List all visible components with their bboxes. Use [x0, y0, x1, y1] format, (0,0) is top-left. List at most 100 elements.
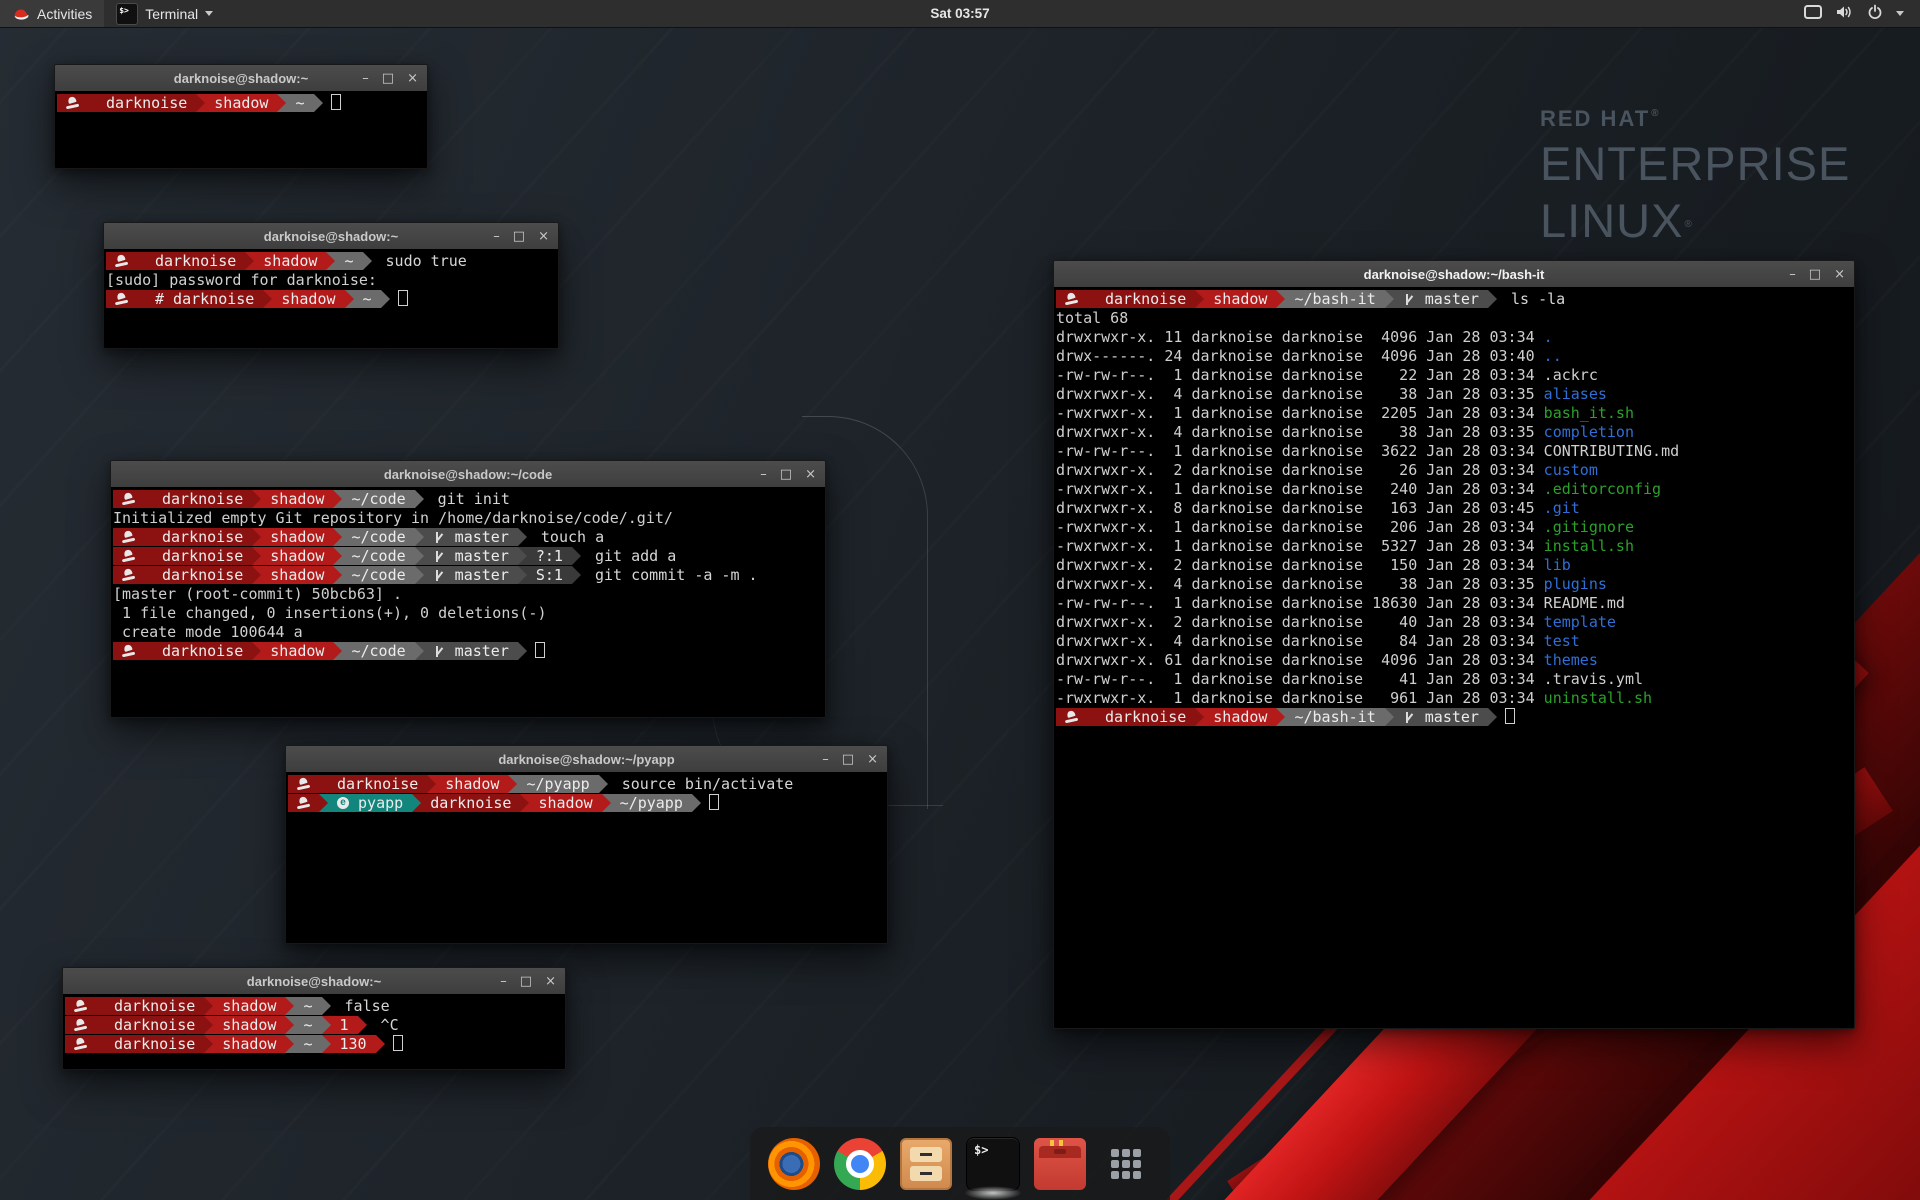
terminal-line: drwxrwxr-x. 2 darknoise darknoise 26 Jan… — [1056, 461, 1854, 480]
terminal-glyph: $> — [974, 1143, 988, 1157]
prompt-separator — [137, 252, 146, 270]
activities-label: Activities — [37, 6, 92, 22]
terminal-line: drwxrwxr-x. 4 darknoise darknoise 84 Jan… — [1056, 632, 1854, 651]
window-titlebar[interactable]: darknoise@shadow:~ – □ × — [55, 65, 427, 92]
output-text: create mode 100644 a — [113, 623, 303, 641]
system-status-area[interactable] — [1798, 0, 1910, 27]
maximize-button[interactable]: □ — [513, 230, 525, 243]
prompt-separator — [252, 566, 261, 584]
close-button[interactable]: × — [1834, 268, 1845, 281]
output-text: .ackrc — [1544, 366, 1598, 384]
prompt-separator — [572, 566, 581, 584]
prompt-separator — [518, 642, 527, 660]
window-titlebar[interactable]: darknoise@shadow:~ – □ × — [104, 223, 558, 250]
red-hat-logo-icon — [12, 7, 30, 21]
toolbox-lid — [1039, 1146, 1081, 1158]
chrome-icon[interactable] — [834, 1138, 886, 1190]
prompt-separator — [322, 1035, 331, 1053]
prompt-separator — [602, 794, 611, 812]
prompt-separator — [333, 528, 342, 546]
command-text: git commit -a -m . — [581, 566, 758, 584]
window-titlebar[interactable]: darknoise@shadow:~/bash-it – □ × — [1054, 261, 1854, 288]
prompt-segment: # darknoise — [146, 290, 263, 308]
terminal-line: -rw-rw-r--. 1 darknoise darknoise 41 Jan… — [1056, 670, 1854, 689]
command-text: source bin/activate — [608, 775, 794, 793]
command-text: git add a — [581, 547, 676, 565]
minimize-button[interactable]: – — [822, 753, 829, 766]
prompt-separator — [285, 1035, 294, 1053]
app-grid-icon[interactable] — [1100, 1138, 1152, 1190]
prompt-separator — [572, 547, 581, 565]
minimize-button[interactable]: – — [500, 975, 507, 988]
terminal-line: darknoiseshadow~/code masterS:1 git comm… — [113, 566, 825, 585]
window-titlebar[interactable]: darknoise@shadow:~ – □ × — [63, 968, 565, 995]
red-hat-icon — [122, 531, 135, 541]
prompt-segment: master — [424, 528, 518, 546]
activities-button[interactable]: Activities — [0, 0, 104, 27]
maximize-button[interactable]: □ — [520, 975, 532, 988]
maximize-button[interactable]: □ — [842, 753, 854, 766]
prompt-segment: master — [1394, 708, 1488, 726]
close-button[interactable]: × — [867, 753, 878, 766]
minimize-button[interactable]: – — [493, 230, 500, 243]
terminal-line: -rwxrwxr-x. 1 darknoise darknoise 206 Ja… — [1056, 518, 1854, 537]
prompt-separator — [137, 290, 146, 308]
toolbox-icon[interactable] — [1034, 1138, 1086, 1190]
output-text: lib — [1544, 556, 1571, 574]
prompt-segment: shadow — [254, 252, 326, 270]
minimize-button[interactable]: – — [362, 72, 369, 85]
prompt-segment: ~ — [335, 252, 362, 270]
red-hat-icon — [1065, 293, 1078, 303]
close-button[interactable]: × — [805, 468, 816, 481]
prompt-separator — [96, 1016, 105, 1034]
firefox-icon[interactable] — [768, 1138, 820, 1190]
output-text: -rwxrwxr-x. 1 darknoise darknoise 961 Ja… — [1056, 689, 1544, 707]
terminal-content[interactable]: darknoiseshadow~/code git initInitialize… — [111, 487, 825, 717]
prompt-separator — [333, 566, 342, 584]
top-bar: Activities $> Terminal Sat 03:57 — [0, 0, 1920, 28]
maximize-button[interactable]: □ — [382, 72, 394, 85]
terminal-window-code: darknoise@shadow:~/code – □ × darknoises… — [110, 460, 826, 718]
terminal-content[interactable]: darknoiseshadow~ falsedarknoiseshadow~1 … — [63, 994, 565, 1069]
terminal-content[interactable]: darknoiseshadow~/bash-it master ls -lato… — [1054, 287, 1854, 1028]
output-text: aliases — [1544, 385, 1607, 403]
red-hat-icon — [297, 797, 310, 807]
terminal-cursor — [331, 94, 341, 110]
prompt-separator — [1087, 290, 1096, 308]
chevron-down-icon — [1896, 11, 1904, 16]
output-text: -rw-rw-r--. 1 darknoise darknoise 41 Jan… — [1056, 670, 1544, 688]
power-icon — [1867, 4, 1883, 23]
terminal-icon[interactable]: $> — [966, 1137, 1020, 1191]
clock[interactable]: Sat 03:57 — [930, 6, 989, 21]
terminal-content[interactable]: darknoiseshadow~/pyapp source bin/activa… — [286, 772, 887, 943]
close-button[interactable]: × — [545, 975, 556, 988]
close-button[interactable]: × — [407, 72, 418, 85]
window-titlebar[interactable]: darknoise@shadow:~/code – □ × — [111, 461, 825, 488]
maximize-button[interactable]: □ — [780, 468, 792, 481]
prompt-separator — [518, 547, 527, 565]
maximize-button[interactable]: □ — [1809, 268, 1821, 281]
red-hat-icon — [122, 569, 135, 579]
terminal-line: [sudo] password for darknoise: — [106, 271, 558, 290]
minimize-button[interactable]: – — [1789, 268, 1796, 281]
prompt-segment: ~/code — [342, 528, 414, 546]
prompt-segment: master — [424, 547, 518, 565]
close-button[interactable]: × — [538, 230, 549, 243]
window-title: darknoise@shadow:~ — [247, 974, 381, 989]
minimize-button[interactable]: – — [760, 468, 767, 481]
app-menu-button[interactable]: $> Terminal — [104, 0, 225, 27]
prompt-segment: shadow — [213, 997, 285, 1015]
output-text: drwxrwxr-x. 2 darknoise darknoise 40 Jan… — [1056, 613, 1544, 631]
output-text: drwxrwxr-x. 2 darknoise darknoise 26 Jan… — [1056, 461, 1544, 479]
terminal-content[interactable]: darknoiseshadow~ — [55, 91, 427, 168]
prompt-segment: shadow — [261, 566, 333, 584]
red-hat-icon — [66, 97, 79, 107]
prompt-separator — [1385, 290, 1394, 308]
command-text: git init — [424, 490, 510, 508]
terminal-cursor — [535, 642, 545, 658]
prompt-segment: ~/bash-it — [1285, 708, 1384, 726]
command-text: sudo true — [372, 252, 467, 270]
files-icon[interactable] — [900, 1138, 952, 1190]
terminal-content[interactable]: darknoiseshadow~ sudo true[sudo] passwor… — [104, 249, 558, 348]
window-titlebar[interactable]: darknoise@shadow:~/pyapp – □ × — [286, 746, 887, 773]
